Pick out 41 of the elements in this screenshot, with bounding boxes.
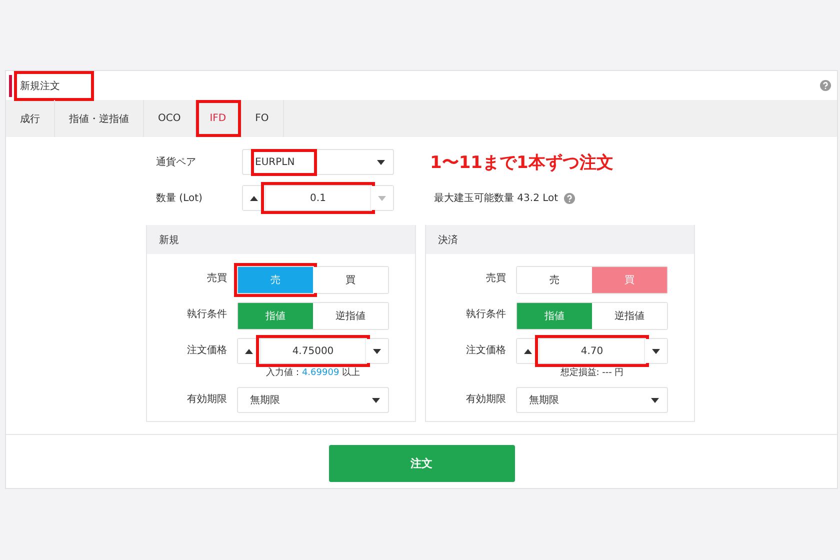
- order-type-tab[interactable]: 指値・逆指値: [55, 100, 144, 137]
- order-type-tab[interactable]: OCO: [144, 100, 196, 137]
- order-type-tab[interactable]: 成行: [6, 100, 55, 137]
- expiry-select[interactable]: 無期限: [516, 387, 668, 413]
- field-label: 執行条件: [186, 308, 227, 322]
- caret-up-icon: [524, 348, 532, 354]
- section-title: 新規: [159, 234, 179, 246]
- expiry-select[interactable]: 無期限: [237, 387, 389, 413]
- caret-icon: [378, 196, 386, 200]
- price-hint: 入力値：4.69909 以上: [266, 366, 360, 379]
- decrement-button[interactable]: [366, 339, 388, 363]
- select-value: 無期限: [250, 394, 281, 408]
- caret-icon: [651, 398, 659, 402]
- help-icon[interactable]: [820, 80, 831, 91]
- field-label: 注文価格: [186, 344, 227, 358]
- decrement-button[interactable]: [645, 339, 667, 363]
- accent-bar: [9, 74, 12, 96]
- field-label: 注文価格: [465, 344, 506, 358]
- side-option[interactable]: 買: [313, 267, 388, 293]
- field-label: 売買: [206, 272, 227, 286]
- caret-icon: [652, 348, 660, 354]
- help-icon[interactable]: [564, 192, 576, 204]
- currency-select[interactable]: EURPLN: [242, 149, 394, 175]
- caret-up-icon: [245, 348, 253, 354]
- field-label: 数量 (Lot): [156, 192, 204, 205]
- caret-up-icon: [250, 196, 258, 200]
- annotation-note: 1〜11まで1本ずつ注文: [430, 152, 614, 174]
- field-label: 売買: [485, 272, 506, 286]
- caret-icon: [377, 160, 385, 164]
- field-label: 有効期限: [465, 392, 506, 407]
- caret-icon: [372, 398, 380, 402]
- price-hint: 想定損益: --- 円: [560, 366, 624, 379]
- order-type-tab[interactable]: FO: [241, 100, 284, 137]
- field-label: 有効期限: [186, 392, 227, 407]
- order-type-tab[interactable]: IFD: [196, 100, 242, 137]
- field-label: 執行条件: [465, 308, 506, 322]
- max-position-text: 最大建玉可能数量 43.2 Lot: [434, 192, 558, 205]
- field-label: 通貨ペア: [156, 156, 197, 169]
- select-value: 無期限: [529, 394, 560, 408]
- section-title: 決済: [438, 234, 458, 246]
- caret-icon: [373, 348, 381, 354]
